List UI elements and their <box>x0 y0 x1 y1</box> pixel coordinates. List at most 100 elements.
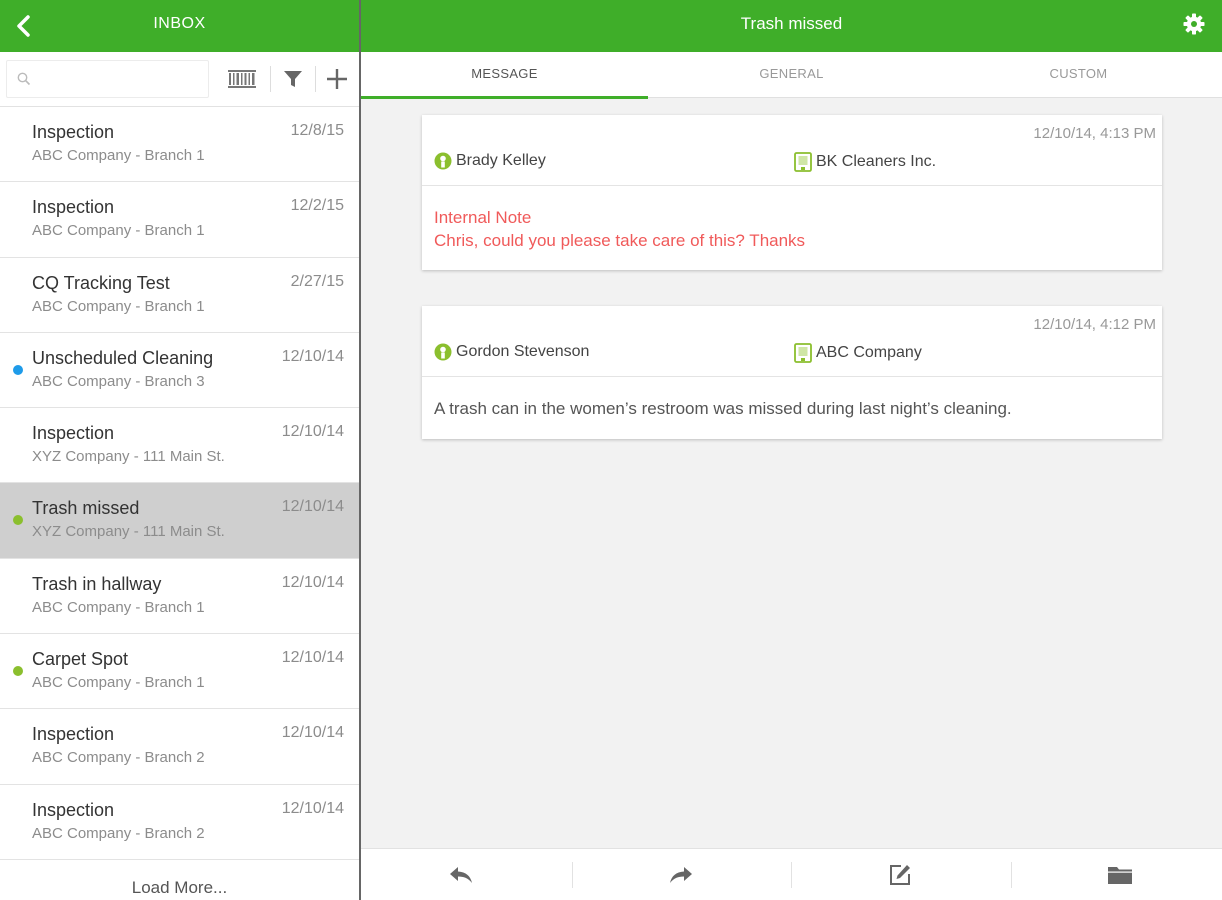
item-date: 12/10/14 <box>281 649 344 667</box>
tab-label: MESSAGE <box>471 66 538 81</box>
item-subtitle: ABC Company - Branch 1 <box>32 598 205 616</box>
tab-custom[interactable]: CUSTOM <box>935 52 1222 98</box>
load-more-button[interactable]: Load More... <box>0 878 359 898</box>
item-title: Inspection <box>32 197 115 218</box>
internal-note-body: Chris, could you please take care of thi… <box>434 231 806 250</box>
folder-icon <box>1108 867 1132 884</box>
message-card: 12/10/14, 4:12 PM Gordon Stevenson ABC C… <box>422 306 1162 439</box>
list-item[interactable]: CQ Tracking Test ABC Company - Branch 1 … <box>0 257 359 333</box>
forward-icon <box>670 867 692 883</box>
tab-label: GENERAL <box>759 66 824 81</box>
item-date: 12/10/14 <box>281 724 344 742</box>
forward-button[interactable] <box>666 861 696 889</box>
action-divider <box>572 862 573 888</box>
item-title: Trash in hallway <box>32 573 162 594</box>
tab-label: CUSTOM <box>1049 66 1108 81</box>
message-body: A trash can in the women’s restroom was … <box>434 399 1012 418</box>
message-time: 12/10/14, 4:12 PM <box>1033 316 1156 333</box>
list-item[interactable]: Trash missed XYZ Company - 111 Main St. … <box>0 483 359 559</box>
sender-name: Gordon Stevenson <box>456 343 590 360</box>
organization-name: BK Cleaners Inc. <box>816 153 937 170</box>
card-divider <box>422 185 1162 186</box>
filter-button[interactable] <box>275 62 311 96</box>
edit-button[interactable] <box>885 861 915 889</box>
item-subtitle: ABC Company - Branch 2 <box>32 749 205 767</box>
inbox-title: INBOX <box>153 15 206 32</box>
search-icon <box>17 72 31 86</box>
active-tab-indicator <box>361 96 648 99</box>
add-button[interactable] <box>319 62 355 96</box>
toolbar-divider <box>270 66 271 92</box>
message-card: 12/10/14, 4:13 PM Brady Kelley BK Cleane… <box>422 115 1162 270</box>
message-actions-bar <box>361 848 1222 900</box>
message-title: Trash missed <box>740 14 843 33</box>
folder-button[interactable] <box>1105 861 1135 889</box>
message-header: Trash missed <box>361 0 1222 52</box>
item-date: 2/27/15 <box>290 272 344 290</box>
item-subtitle: ABC Company - Branch 3 <box>32 372 205 390</box>
tab-message[interactable]: MESSAGE <box>361 52 648 99</box>
status-dot <box>13 515 23 526</box>
status-dot <box>13 364 23 375</box>
tab-general[interactable]: GENERAL <box>648 52 935 98</box>
item-title: CQ Tracking Test <box>32 272 170 293</box>
inbox-pane: INBOX Inspection ABC Company - Branch 1 … <box>0 0 359 900</box>
list-item[interactable]: Carpet Spot ABC Company - Branch 1 12/10… <box>0 634 359 710</box>
edit-icon <box>890 865 910 885</box>
person-icon <box>434 343 452 361</box>
toolbar-divider <box>315 66 316 92</box>
barcode-scan-button[interactable] <box>224 62 260 96</box>
action-divider <box>1011 862 1012 888</box>
add-icon <box>327 69 347 89</box>
item-title: Inspection <box>32 724 115 745</box>
item-date: 12/10/14 <box>281 423 344 441</box>
organization-name: ABC Company <box>816 344 922 361</box>
internal-note-title: Internal Note <box>434 208 532 227</box>
inbox-list: Inspection ABC Company - Branch 1 12/8/1… <box>0 107 359 860</box>
building-icon <box>794 343 812 363</box>
card-divider <box>422 376 1162 377</box>
item-subtitle: ABC Company - Branch 1 <box>32 147 205 164</box>
search-box[interactable] <box>6 60 209 98</box>
status-dot <box>13 666 23 677</box>
reply-icon <box>450 867 472 883</box>
item-date: 12/10/14 <box>281 498 344 516</box>
inbox-toolbar <box>0 52 359 107</box>
message-organization: ABC Company <box>794 343 922 363</box>
item-title: Inspection <box>32 122 115 142</box>
item-subtitle: ABC Company - Branch 1 <box>32 297 205 315</box>
action-divider <box>791 862 792 888</box>
pane-divider <box>359 0 361 900</box>
barcode-icon <box>228 70 256 88</box>
message-sender: Brady Kelley <box>434 152 546 170</box>
inbox-header: INBOX <box>0 0 359 52</box>
item-subtitle: XYZ Company - 111 Main St. <box>32 523 225 541</box>
message-organization: BK Cleaners Inc. <box>794 152 936 172</box>
sender-name: Brady Kelley <box>456 152 546 169</box>
list-item[interactable]: Inspection ABC Company - Branch 1 12/8/1… <box>0 107 359 183</box>
item-date: 12/8/15 <box>290 122 344 139</box>
reply-button[interactable] <box>446 861 476 889</box>
building-icon <box>794 152 812 172</box>
list-item[interactable]: Inspection XYZ Company - 111 Main St. 12… <box>0 408 359 484</box>
filter-icon <box>284 71 302 87</box>
item-subtitle: XYZ Company - 111 Main St. <box>32 448 225 466</box>
list-item[interactable]: Inspection ABC Company - Branch 2 12/10/… <box>0 709 359 785</box>
item-date: 12/10/14 <box>281 347 344 365</box>
message-tabs: MESSAGE GENERAL CUSTOM <box>361 52 1222 99</box>
item-date: 12/2/15 <box>290 197 344 215</box>
message-sender: Gordon Stevenson <box>434 343 589 361</box>
item-subtitle: ABC Company - Branch 1 <box>32 674 205 692</box>
list-item[interactable]: Inspection ABC Company - Branch 2 12/10/… <box>0 784 359 860</box>
list-item[interactable]: Unscheduled Cleaning ABC Company - Branc… <box>0 332 359 409</box>
item-title: Carpet Spot <box>32 649 129 670</box>
item-title: Unscheduled Cleaning <box>32 347 214 368</box>
list-item[interactable]: Inspection ABC Company - Branch 1 12/2/1… <box>0 182 359 258</box>
list-item[interactable]: Trash in hallway ABC Company - Branch 1 … <box>0 558 359 635</box>
item-subtitle: ABC Company - Branch 2 <box>32 824 205 842</box>
item-title: Inspection <box>32 799 115 820</box>
item-title: Trash missed <box>32 498 140 519</box>
gear-icon[interactable] <box>1182 12 1206 36</box>
search-input[interactable] <box>37 61 207 97</box>
item-date: 12/10/14 <box>281 573 344 591</box>
